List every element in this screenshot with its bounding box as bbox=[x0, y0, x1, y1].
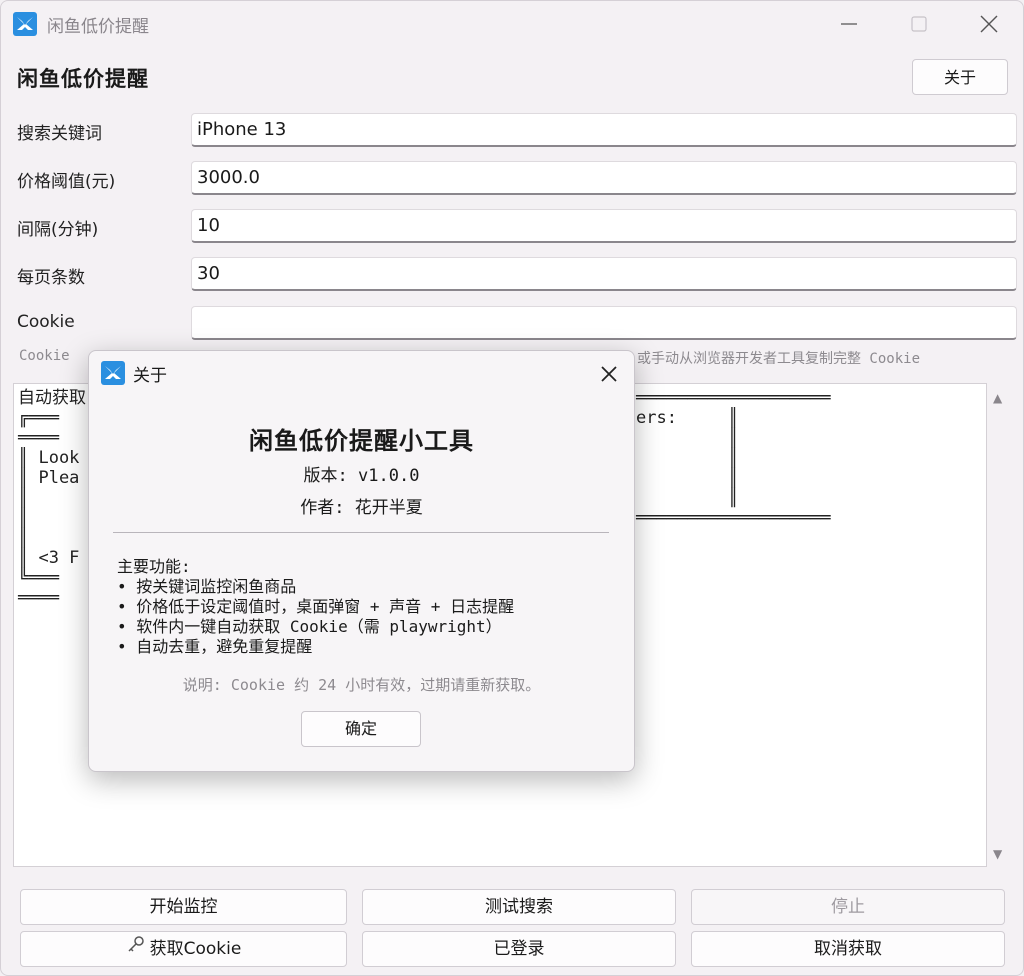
log-line: 自动获取 bbox=[18, 388, 86, 408]
feature-item: • 自动去重，避免重复提醒 bbox=[117, 637, 313, 656]
per-page-input[interactable]: 30 bbox=[191, 257, 1017, 291]
minimize-icon[interactable] bbox=[829, 9, 869, 39]
log-line: ════ bbox=[18, 588, 59, 608]
log-line: ║ bbox=[18, 528, 29, 548]
start-monitor-button[interactable]: 开始监控 bbox=[20, 889, 347, 925]
swallow-app-icon bbox=[13, 12, 37, 36]
interval-label: 间隔(分钟) bbox=[17, 220, 99, 240]
log-line: ║ bbox=[636, 428, 739, 448]
dialog-heading: 闲鱼低价提醒小工具 bbox=[249, 427, 474, 455]
cancel-fetch-button[interactable]: 取消获取 bbox=[691, 931, 1005, 967]
test-search-button[interactable]: 测试搜索 bbox=[362, 889, 676, 925]
dialog-title: 关于 bbox=[133, 366, 167, 386]
keyword-input[interactable]: iPhone 13 bbox=[191, 113, 1017, 147]
log-line: ║ Look bbox=[18, 448, 80, 468]
log-line: ║ bbox=[636, 468, 739, 488]
features-title: 主要功能: bbox=[117, 557, 191, 576]
stop-button[interactable]: 停止 bbox=[691, 889, 1005, 925]
log-line: ═══════════════════ bbox=[636, 508, 831, 528]
threshold-input[interactable]: 3000.0 bbox=[191, 161, 1017, 195]
get-cookie-label: 获取Cookie bbox=[149, 939, 242, 959]
maximize-icon[interactable] bbox=[899, 9, 939, 39]
log-line: ║ bbox=[636, 448, 739, 468]
window-title: 闲鱼低价提醒 bbox=[47, 17, 149, 37]
cookie-hint-left: Cookie bbox=[19, 348, 70, 364]
log-line: ╚═══ bbox=[18, 568, 59, 588]
about-button[interactable]: 关于 bbox=[912, 59, 1008, 95]
interval-input[interactable]: 10 bbox=[191, 209, 1017, 243]
key-icon bbox=[126, 932, 146, 966]
log-line: ║ bbox=[18, 488, 29, 508]
ok-button[interactable]: 确定 bbox=[301, 711, 421, 747]
log-text-left: 自动获取 ╔═══ ════ ║ Look ║ Plea ║ ║ ║ ║ <3 F ╚═══ ═══… bbox=[18, 388, 86, 608]
dialog-title-bar: 关于 bbox=[89, 351, 634, 393]
log-line: ║ <3 F bbox=[18, 548, 80, 568]
feature-item: • 价格低于设定阈值时，桌面弹窗 + 声音 + 日志提醒 bbox=[117, 597, 515, 616]
note-text: 说明: Cookie 约 24 小时有效，过期请重新获取。 bbox=[182, 676, 541, 694]
cookie-hint-right: 或手动从浏览器开发者工具复制完整 Cookie bbox=[637, 351, 920, 364]
feature-item: • 软件内一键自动获取 Cookie（需 playwright） bbox=[117, 617, 502, 636]
cookie-input[interactable] bbox=[191, 306, 1017, 340]
about-dialog: 关于 闲鱼低价提醒小工具 版本: v1.0.0 作者: 花开半夏 主要功能: • … bbox=[88, 350, 635, 772]
logged-in-button[interactable]: 已登录 bbox=[362, 931, 676, 967]
get-cookie-button[interactable]: 获取Cookie bbox=[20, 931, 347, 967]
log-line: ║ bbox=[636, 488, 739, 508]
log-line: ║ bbox=[18, 508, 29, 528]
log-line: ═══════════════════ bbox=[636, 388, 831, 408]
close-icon[interactable] bbox=[969, 9, 1009, 39]
log-scrollbar[interactable]: ▲ ▼ bbox=[989, 383, 1011, 867]
close-icon[interactable] bbox=[597, 362, 621, 386]
log-text-right: ═══════════════════ ers: ║ ║ ║ ║ ║ ═══════… bbox=[636, 388, 830, 528]
cookie-label: Cookie bbox=[17, 312, 75, 332]
log-line: ers: ║ bbox=[636, 408, 739, 428]
scroll-down-icon[interactable]: ▼ bbox=[993, 847, 1002, 861]
features-list: 主要功能: • 按关键词监控闲鱼商品 • 价格低于设定阈值时，桌面弹窗 + 声音 +… bbox=[117, 557, 514, 657]
scroll-up-icon[interactable]: ▲ bbox=[993, 391, 1002, 405]
per-page-label: 每页条数 bbox=[17, 268, 85, 288]
log-line: ║ Plea bbox=[18, 468, 80, 488]
threshold-label: 价格阈值(元) bbox=[17, 172, 116, 192]
page-title: 闲鱼低价提醒 bbox=[17, 67, 149, 91]
keyword-label: 搜索关键词 bbox=[17, 124, 102, 144]
log-line: ════ bbox=[18, 428, 59, 448]
swallow-app-icon bbox=[101, 361, 125, 385]
log-line: ╔═══ bbox=[18, 408, 59, 428]
feature-item: • 按关键词监控闲鱼商品 bbox=[117, 577, 297, 596]
divider bbox=[113, 532, 609, 533]
title-bar: 闲鱼低价提醒 bbox=[1, 1, 1023, 45]
version-text: 版本: v1.0.0 bbox=[303, 466, 420, 486]
author-text: 作者: 花开半夏 bbox=[300, 498, 423, 518]
